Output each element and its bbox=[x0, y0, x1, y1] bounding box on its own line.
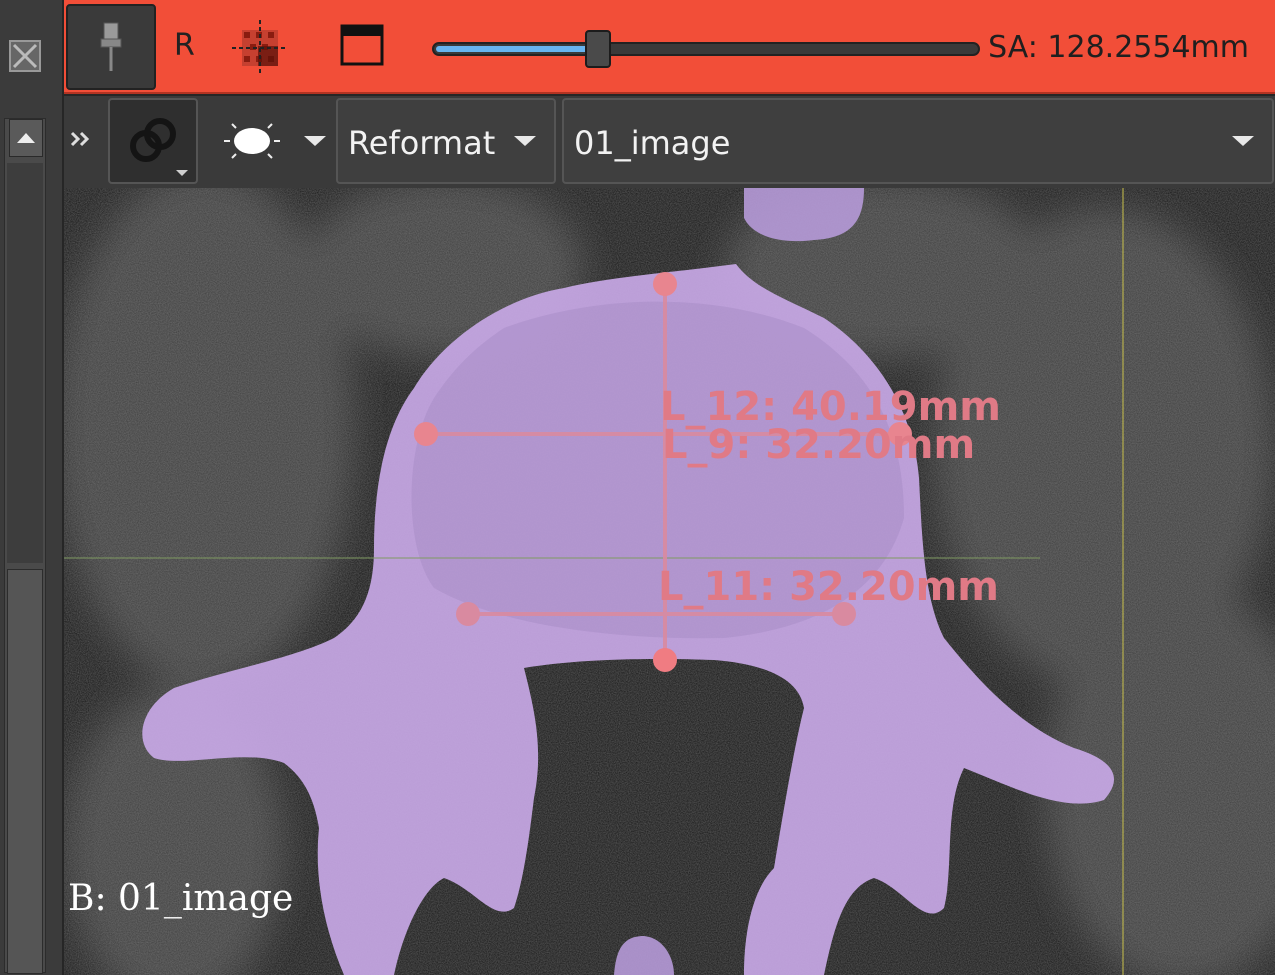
pin-icon bbox=[100, 22, 122, 71]
view-label: B: 01_image bbox=[68, 878, 294, 919]
slice-scrollbar[interactable] bbox=[4, 118, 46, 974]
expand-icon[interactable] bbox=[68, 124, 98, 154]
l12-endpoint-bottom bbox=[653, 648, 677, 672]
slice-offset-slider[interactable] bbox=[432, 30, 980, 68]
slice-controller-bar: R SA: 128.2554mm bbox=[64, 0, 1275, 94]
l12-endpoint-top bbox=[653, 272, 677, 296]
slice-slider-fill bbox=[436, 46, 598, 52]
pin-button[interactable] bbox=[66, 4, 156, 90]
scrollbar-track-upper bbox=[7, 163, 43, 563]
volume-dropdown-label: 01_image bbox=[574, 124, 731, 162]
slice-offset-value: SA: 128.2554mm bbox=[988, 30, 1249, 65]
left-strip bbox=[0, 0, 62, 975]
orientation-label: R bbox=[174, 28, 195, 63]
chevron-down-icon bbox=[514, 136, 536, 146]
reformat-dropdown[interactable]: Reformat bbox=[336, 98, 556, 184]
chevron-down-icon bbox=[1232, 136, 1254, 146]
visibility-button[interactable] bbox=[222, 114, 332, 168]
measurement-label-l9[interactable]: L_9: 32.20mm bbox=[662, 422, 975, 468]
view-controller-bar: Reformat 01_image bbox=[64, 96, 1275, 188]
reformat-dropdown-label: Reformat bbox=[348, 124, 496, 162]
layout-button[interactable] bbox=[340, 24, 384, 68]
measurement-label-l11[interactable]: L_11: 32.20mm bbox=[658, 564, 999, 610]
scrollbar-thumb[interactable] bbox=[7, 569, 43, 974]
slice-viewport[interactable]: L_12: 40.19mm L_9: 32.20mm L_11: 32.20mm… bbox=[64, 188, 1275, 975]
scroll-up-button[interactable] bbox=[9, 119, 43, 157]
scroll-up-icon bbox=[17, 133, 35, 143]
crosshair-icon bbox=[232, 20, 288, 76]
l9-endpoint-left bbox=[414, 422, 438, 446]
visibility-icon bbox=[224, 123, 326, 159]
link-icon bbox=[130, 118, 188, 176]
slice-slider-handle[interactable] bbox=[585, 30, 611, 68]
volume-dropdown[interactable]: 01_image bbox=[562, 98, 1274, 184]
link-button[interactable] bbox=[108, 98, 198, 184]
crosshair-button[interactable] bbox=[232, 20, 288, 76]
l11-endpoint-left bbox=[456, 602, 480, 626]
chevron-down-icon bbox=[304, 136, 326, 146]
layout-icon bbox=[340, 24, 384, 66]
close-view-icon[interactable] bbox=[8, 38, 42, 74]
